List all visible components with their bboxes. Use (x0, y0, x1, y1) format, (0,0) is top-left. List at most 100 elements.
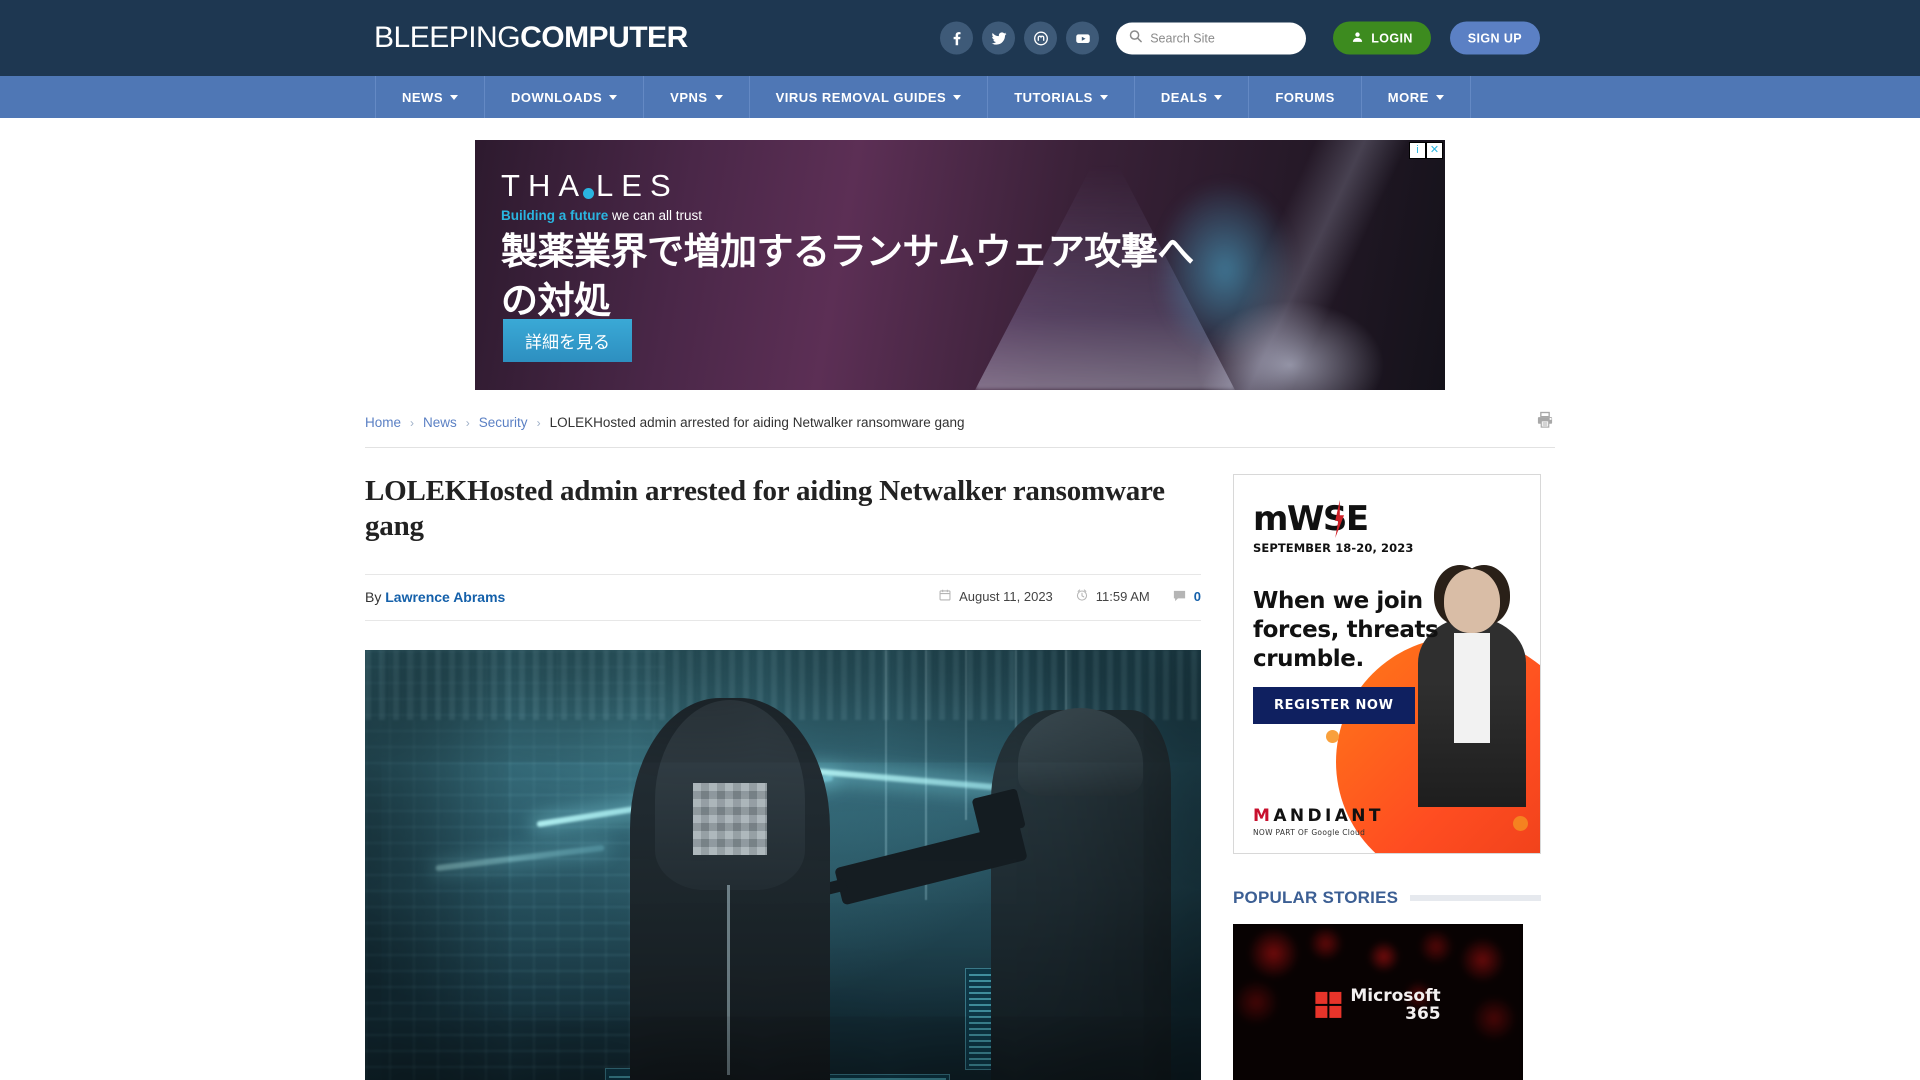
page-title: LOLEKHosted admin arrested for aiding Ne… (365, 475, 1165, 542)
ad-headline: 製薬業界で増加するランサムウェア攻撃への対処 (501, 230, 1194, 322)
thales-brand-letter: H (527, 168, 559, 203)
comment-count: 0 (1193, 589, 1201, 605)
adchoices-info-icon[interactable]: i (1410, 143, 1425, 158)
search-input[interactable] (1150, 31, 1295, 45)
leaderboard-ad[interactable]: THALES Building a future we can all trus… (475, 140, 1445, 390)
thales-accent-dot (583, 187, 595, 199)
comments-group[interactable]: 0 (1172, 588, 1201, 606)
search-icon (1128, 28, 1143, 48)
login-button[interactable]: LOGIN (1333, 21, 1431, 55)
breadcrumb-separator: › (410, 415, 415, 430)
thales-brand-letter: T (501, 168, 528, 203)
nav-item-vpns[interactable]: VPNS (644, 76, 750, 118)
nav-item-label: DEALS (1160, 89, 1208, 105)
thales-brand-letter: L (596, 168, 622, 203)
breadcrumb-row: Home › News › Security › LOLEKHosted admin arr… (365, 410, 1555, 448)
chevron-down-icon (1214, 94, 1223, 100)
header-actions: LOGIN SIGN UP (940, 21, 1540, 55)
microsoft-365-logo: Microsoft 365 (1315, 985, 1441, 1024)
byline-prefix: By (365, 588, 382, 605)
comment-icon (1172, 588, 1187, 606)
thales-tagline-rest: we can all trust (608, 208, 703, 223)
mwise-logo-text: mWSE (1253, 499, 1369, 539)
nav-item-label: MORE (1387, 89, 1429, 105)
chevron-down-icon (953, 94, 962, 100)
nav-item-forums[interactable]: FORUMS (1249, 76, 1362, 118)
mandiant-sublabel: NOW PART OF Google Cloud (1253, 828, 1366, 837)
main-navigation: NEWS DOWNLOADS VPNS VIRUS REMOVAL GUIDES TUT… (0, 76, 1920, 118)
microsoft-brand-text: Microsoft (1350, 985, 1441, 1006)
thales-brand-letter: S (649, 168, 679, 203)
microsoft-product-text: 365 (1405, 1003, 1441, 1024)
nav-item-label: DOWNLOADS (511, 89, 603, 105)
chevron-down-icon (450, 94, 458, 100)
breadcrumb-separator: › (465, 415, 470, 430)
breadcrumb-item-security[interactable]: Security (479, 415, 528, 430)
chevron-down-icon (714, 94, 723, 100)
sidebar: mWSE SEPTEMBER 18-20, 2023 When we join … (1233, 474, 1541, 1080)
microsoft-squares-icon (1315, 991, 1342, 1018)
nav-item-virus-removal-guides[interactable]: VIRUS REMOVAL GUIDES (750, 76, 989, 118)
nav-item-label: VIRUS REMOVAL GUIDES (775, 89, 947, 105)
facebook-icon[interactable] (940, 21, 974, 55)
mwise-date: SEPTEMBER 18-20, 2023 (1253, 541, 1414, 555)
nav-item-downloads[interactable]: DOWNLOADS (485, 76, 645, 118)
user-icon (1351, 30, 1364, 46)
site-logo[interactable]: BLEEPINGCOMPUTER (374, 21, 688, 55)
chevron-down-icon (1099, 94, 1108, 100)
breadcrumb-item-current: LOLEKHosted admin arrested for aiding Ne… (549, 415, 965, 430)
nav-item-label: FORUMS (1275, 89, 1335, 105)
nav-item-tutorials[interactable]: TUTORIALS (988, 76, 1135, 118)
publish-time: 11:59 AM (1095, 589, 1150, 605)
popular-story-thumbnail[interactable]: Microsoft 365 (1233, 924, 1523, 1080)
popular-stories-title: POPULAR STORIES (1233, 888, 1399, 907)
sidebar-ad[interactable]: mWSE SEPTEMBER 18-20, 2023 When we join … (1233, 474, 1541, 854)
mastodon-icon[interactable] (1024, 21, 1058, 55)
sidebar-ad-headline: When we join forces, threats crumble. (1253, 588, 1439, 672)
byline-author-group: By Lawrence Abrams (365, 589, 505, 605)
clock-icon (1075, 588, 1089, 605)
signup-button[interactable]: SIGN UP (1449, 21, 1540, 55)
logo-text-bold: COMPUTER (520, 21, 688, 54)
thales-brand-letter: E (621, 168, 650, 203)
mandiant-logo-m: M (1253, 806, 1274, 826)
page-content: Home › News › Security › LOLEKHosted admin arr… (365, 390, 1555, 1080)
popular-stories-header: POPULAR STORIES (1233, 888, 1541, 908)
youtube-icon[interactable] (1066, 21, 1100, 55)
nav-item-news[interactable]: NEWS (375, 76, 485, 118)
section-divider-bar (1410, 895, 1541, 901)
chevron-down-icon (609, 94, 618, 100)
ad-close-icon[interactable]: ✕ (1427, 143, 1442, 158)
nav-item-label: TUTORIALS (1014, 89, 1093, 105)
printer-icon[interactable] (1535, 410, 1555, 435)
article-byline: By Lawrence Abrams August 11, 2023 11:59… (365, 573, 1201, 621)
publish-date: August 11, 2023 (959, 589, 1053, 605)
breadcrumb-item-news[interactable]: News (423, 415, 457, 430)
mandiant-logo-rest: ANDIANT (1273, 806, 1384, 826)
thales-brand-letter: A (558, 168, 588, 203)
publish-time-group: 11:59 AM (1075, 588, 1150, 605)
nav-item-label: VPNS (670, 89, 708, 105)
logo-text-light: BLEEPING (374, 21, 521, 54)
article-hero-image (365, 649, 1201, 1080)
login-button-label: LOGIN (1371, 31, 1413, 45)
register-now-button[interactable]: REGISTER NOW (1253, 687, 1415, 724)
article-column: LOLEKHosted admin arrested for aiding Ne… (365, 474, 1201, 1080)
content-columns: LOLEKHosted admin arrested for aiding Ne… (365, 448, 1555, 1080)
nav-item-more[interactable]: MORE (1362, 76, 1471, 118)
ad-cta-button[interactable]: 詳細を見る (503, 319, 632, 362)
leaderboard-ad-region: THALES Building a future we can all trus… (0, 118, 1920, 390)
search-box[interactable] (1116, 22, 1307, 54)
breadcrumb: Home › News › Security › LOLEKHosted admin arr… (365, 415, 965, 430)
thales-tagline-bold: Building a future (501, 208, 609, 223)
nav-item-deals[interactable]: DEALS (1135, 76, 1250, 118)
breadcrumb-item-home[interactable]: Home (365, 415, 401, 430)
signup-button-label: SIGN UP (1467, 31, 1522, 45)
calendar-icon (938, 588, 952, 605)
twitter-icon[interactable] (982, 21, 1016, 55)
publish-date-group: August 11, 2023 (938, 588, 1053, 605)
thales-logo: THALES Building a future we can all trus… (501, 168, 702, 223)
author-link[interactable]: Lawrence Abrams (385, 589, 505, 605)
adchoices-controls: i ✕ (1409, 142, 1443, 159)
nav-item-label: NEWS (402, 89, 443, 105)
